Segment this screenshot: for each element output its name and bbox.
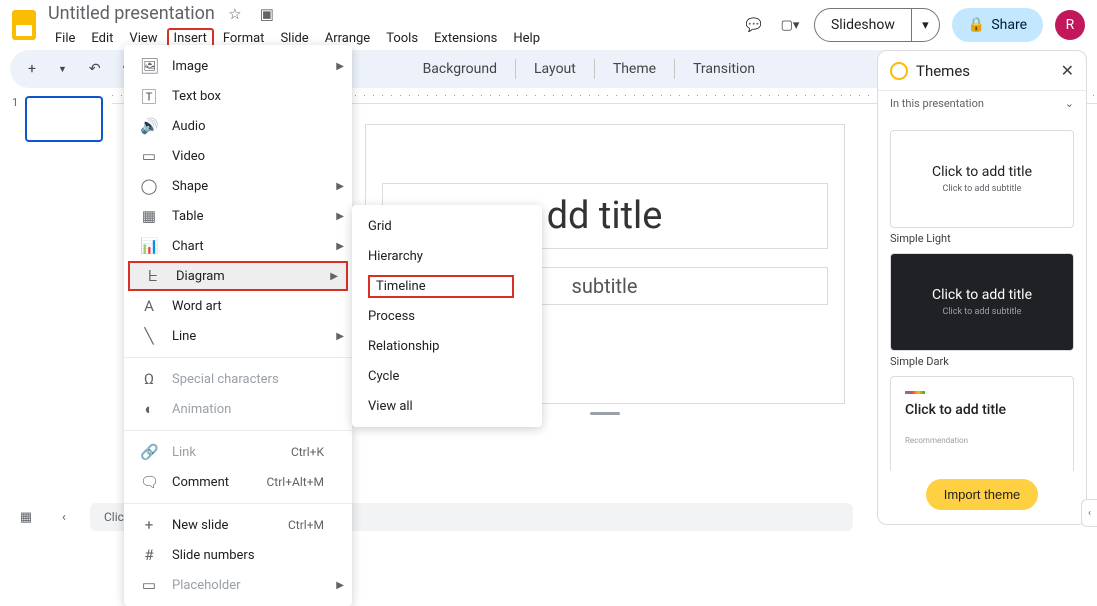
insert-diagram[interactable]: ᖶDiagram▶: [128, 261, 348, 291]
chevron-right-icon: ▶: [336, 211, 344, 222]
themes-list[interactable]: Click to add title Click to add subtitle…: [878, 116, 1086, 471]
diagram-cycle[interactable]: Cycle: [352, 361, 542, 391]
chevron-right-icon: ▶: [336, 61, 344, 72]
slideshow-button[interactable]: Slideshow ▾: [814, 8, 940, 42]
slideshow-dropdown[interactable]: ▾: [911, 9, 939, 41]
filmstrip[interactable]: 1: [0, 88, 112, 499]
link-icon: 🔗: [140, 443, 158, 461]
insert-video[interactable]: ▭Video: [124, 141, 352, 171]
insert-link: 🔗LinkCtrl+K: [124, 437, 352, 467]
theme-simple-light[interactable]: Click to add title Click to add subtitle: [890, 130, 1074, 228]
animation-icon: ◐: [140, 400, 158, 418]
insert-wordart[interactable]: AWord art: [124, 291, 352, 321]
insert-menu: 🖼Image▶ 🅃Text box 🔊Audio ▭Video ◯Shape▶ …: [124, 45, 352, 606]
diagram-grid[interactable]: Grid: [352, 211, 542, 241]
wordart-icon: A: [140, 297, 158, 315]
accent-bar: [905, 391, 925, 394]
menu-edit[interactable]: Edit: [84, 28, 120, 49]
insert-table[interactable]: ▦Table▶: [124, 201, 352, 231]
insert-comment[interactable]: 🗨CommentCtrl+Alt+M: [124, 467, 352, 497]
menu-file[interactable]: File: [48, 28, 82, 49]
menu-tools[interactable]: Tools: [379, 28, 425, 49]
themes-section-toggle[interactable]: In this presentation ⌄: [878, 90, 1086, 116]
undo-button[interactable]: ↶: [81, 57, 109, 81]
chevron-right-icon: ▶: [330, 271, 338, 282]
shape-icon: ◯: [140, 177, 158, 195]
themes-panel: Themes ✕ In this presentation ⌄ Click to…: [877, 50, 1087, 525]
doc-title[interactable]: Untitled presentation: [48, 3, 215, 24]
diagram-submenu: Grid Hierarchy Timeline Process Relation…: [352, 205, 542, 427]
chart-icon: 📊: [140, 237, 158, 255]
collapse-filmstrip-icon[interactable]: ‹: [52, 505, 76, 529]
insert-animation: ◐Animation: [124, 394, 352, 424]
chevron-right-icon: ▶: [336, 241, 344, 252]
placeholder-icon: ▭: [140, 576, 158, 594]
theme-simple-dark[interactable]: Click to add title Click to add subtitle: [890, 253, 1074, 351]
theme-name: Simple Dark: [890, 355, 1074, 368]
header-right: 💬 ▢▾ Slideshow ▾ 🔒 Share R: [742, 8, 1085, 42]
hash-icon: #: [140, 546, 158, 564]
toolbar-transition[interactable]: Transition: [685, 57, 763, 81]
insert-textbox[interactable]: 🅃Text box: [124, 81, 352, 111]
close-icon[interactable]: ✕: [1061, 61, 1074, 80]
audio-icon: 🔊: [140, 117, 158, 135]
textbox-icon: 🅃: [140, 86, 158, 107]
table-icon: ▦: [140, 207, 158, 225]
chevron-right-icon: ▶: [336, 181, 344, 192]
chevron-down-icon: ⌄: [1065, 97, 1074, 110]
avatar[interactable]: R: [1055, 10, 1085, 40]
share-label: Share: [991, 17, 1027, 33]
diagram-process[interactable]: Process: [352, 301, 542, 331]
side-panel-toggle[interactable]: ‹: [1081, 499, 1097, 527]
themes-title: Themes: [916, 62, 1053, 80]
insert-new-slide[interactable]: +New slideCtrl+M: [124, 510, 352, 540]
notes-resize-handle[interactable]: [590, 412, 620, 415]
insert-shape[interactable]: ◯Shape▶: [124, 171, 352, 201]
new-slide-dropdown[interactable]: ▼: [50, 60, 75, 79]
comments-icon[interactable]: 💬: [742, 13, 766, 37]
palette-icon: [890, 62, 908, 80]
new-slide-button[interactable]: +: [20, 57, 44, 81]
insert-special: ΩSpecial characters: [124, 364, 352, 394]
special-icon: Ω: [140, 370, 158, 388]
line-icon: ╲: [140, 327, 158, 345]
diagram-relationship[interactable]: Relationship: [352, 331, 542, 361]
lock-icon: 🔒: [968, 17, 985, 33]
diagram-viewall[interactable]: View all: [352, 391, 542, 421]
star-icon[interactable]: ☆: [223, 2, 247, 26]
slide-thumbnail[interactable]: [25, 96, 103, 142]
menu-help[interactable]: Help: [506, 28, 547, 49]
comment-icon: 🗨: [140, 473, 158, 491]
title-area: Untitled presentation ☆ ▣ File Edit View…: [48, 2, 742, 49]
app-header: Untitled presentation ☆ ▣ File Edit View…: [0, 0, 1097, 44]
move-icon[interactable]: ▣: [255, 2, 279, 26]
insert-line[interactable]: ╲Line▶: [124, 321, 352, 351]
insert-placeholder: ▭Placeholder▶: [124, 570, 352, 600]
grid-view-icon[interactable]: ▦: [14, 505, 38, 529]
slideshow-label[interactable]: Slideshow: [815, 9, 911, 41]
toolbar-theme[interactable]: Theme: [605, 57, 664, 81]
slide-number: 1: [12, 96, 18, 109]
toolbar-layout[interactable]: Layout: [526, 57, 584, 81]
chevron-right-icon: ▶: [336, 331, 344, 342]
theme-streamline[interactable]: Click to add title Recommendation: [890, 376, 1074, 471]
insert-image[interactable]: 🖼Image▶: [124, 51, 352, 81]
diagram-timeline[interactable]: Timeline: [352, 271, 542, 301]
menu-extensions[interactable]: Extensions: [427, 28, 504, 49]
diagram-icon: ᖶ: [144, 267, 162, 285]
chevron-right-icon: ▶: [336, 580, 344, 591]
insert-chart[interactable]: 📊Chart▶: [124, 231, 352, 261]
image-icon: 🖼: [140, 57, 158, 75]
theme-name: Simple Light: [890, 232, 1074, 245]
insert-slide-numbers[interactable]: #Slide numbers: [124, 540, 352, 570]
insert-audio[interactable]: 🔊Audio: [124, 111, 352, 141]
meet-icon[interactable]: ▢▾: [778, 13, 802, 37]
toolbar-background[interactable]: Background: [415, 57, 505, 81]
import-theme-button[interactable]: Import theme: [926, 479, 1039, 510]
video-icon: ▭: [140, 147, 158, 165]
share-button[interactable]: 🔒 Share: [952, 8, 1043, 42]
plus-icon: +: [140, 516, 158, 534]
slides-logo: [12, 10, 36, 40]
diagram-hierarchy[interactable]: Hierarchy: [352, 241, 542, 271]
